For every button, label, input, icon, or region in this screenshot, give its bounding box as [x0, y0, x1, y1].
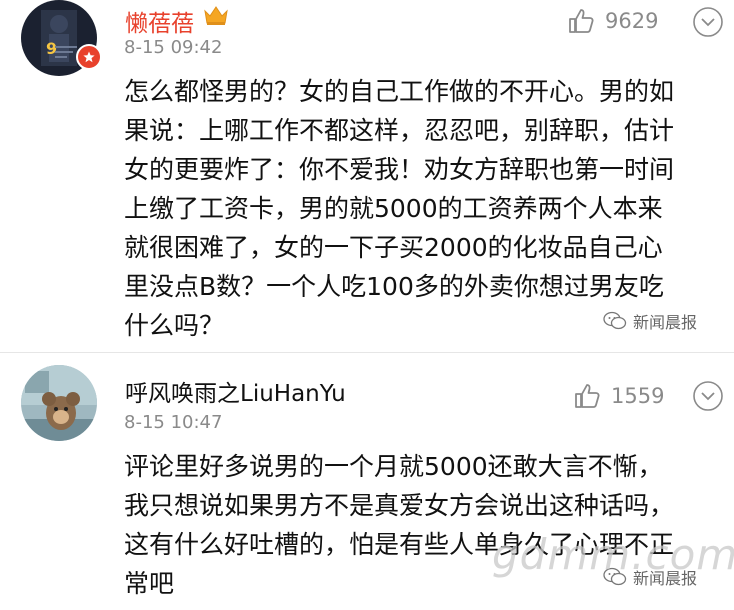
thumbs-up-icon [575, 384, 600, 408]
comment-line: 我只想说如果男方不是真爱女方会说出这种话吗， [124, 491, 675, 520]
timestamp: 8-15 10:47 [124, 412, 223, 433]
verified-badge [76, 44, 102, 70]
comment-item: 9 懒蓓蓓 8-15 09:42 9629 怎么都怪男的？女的自己工作做的不开心… [0, 0, 734, 352]
source-watermark: 新闻晨报 [603, 309, 697, 333]
star-icon [83, 51, 95, 63]
more-chevron-icon[interactable] [692, 6, 724, 38]
wechat-icon [603, 311, 627, 330]
more-chevron-icon[interactable] [692, 380, 724, 412]
comment-line: 上缴了工资卡，男的就5000的工资养两个人本来 [124, 194, 663, 223]
like-button[interactable]: 1559 [573, 382, 664, 410]
comment-line: 女的更要炸了：你不爱我！劝女方辞职也第一时间 [124, 155, 675, 184]
avatar-badge-text: 9 [46, 39, 57, 58]
comment-line: 评论里好多说男的一个月就5000还敢大言不惭， [124, 452, 663, 481]
timestamp: 8-15 09:42 [124, 37, 223, 58]
comment-text: 评论里好多说男的一个月就5000还敢大言不惭， 我只想说如果男方不是真爱女方会说… [124, 447, 674, 603]
comment-line: 里没点B数？一个人吃100多的外卖你想过男友吃 [124, 272, 664, 301]
comment-line: 果说：上哪工作不都这样，忍忍吧，别辞职，估计 [124, 116, 675, 145]
site-watermark: gdmm.com [492, 530, 734, 579]
username[interactable]: 懒蓓蓓 [125, 4, 194, 38]
thumbs-up-icon [569, 9, 594, 33]
like-button[interactable]: 9629 [567, 7, 658, 35]
username[interactable]: 呼风唤雨之LiuHanYu [125, 374, 346, 408]
crown-icon [204, 6, 228, 25]
comment-line: 什么吗？ [124, 311, 225, 340]
source-label: 新闻晨报 [633, 313, 698, 332]
comment-text: 怎么都怪男的？女的自己工作做的不开心。男的如 果说：上哪工作不都这样，忍忍吧，别… [124, 72, 674, 345]
comment-line: 怎么都怪男的？女的自己工作做的不开心。男的如 [124, 77, 675, 106]
avatar[interactable] [21, 365, 97, 441]
like-count: 9629 [605, 9, 659, 33]
like-count: 1559 [611, 384, 665, 408]
comment-line: 就很困难了，女的一下子买2000的化妆品自己心 [124, 233, 663, 262]
